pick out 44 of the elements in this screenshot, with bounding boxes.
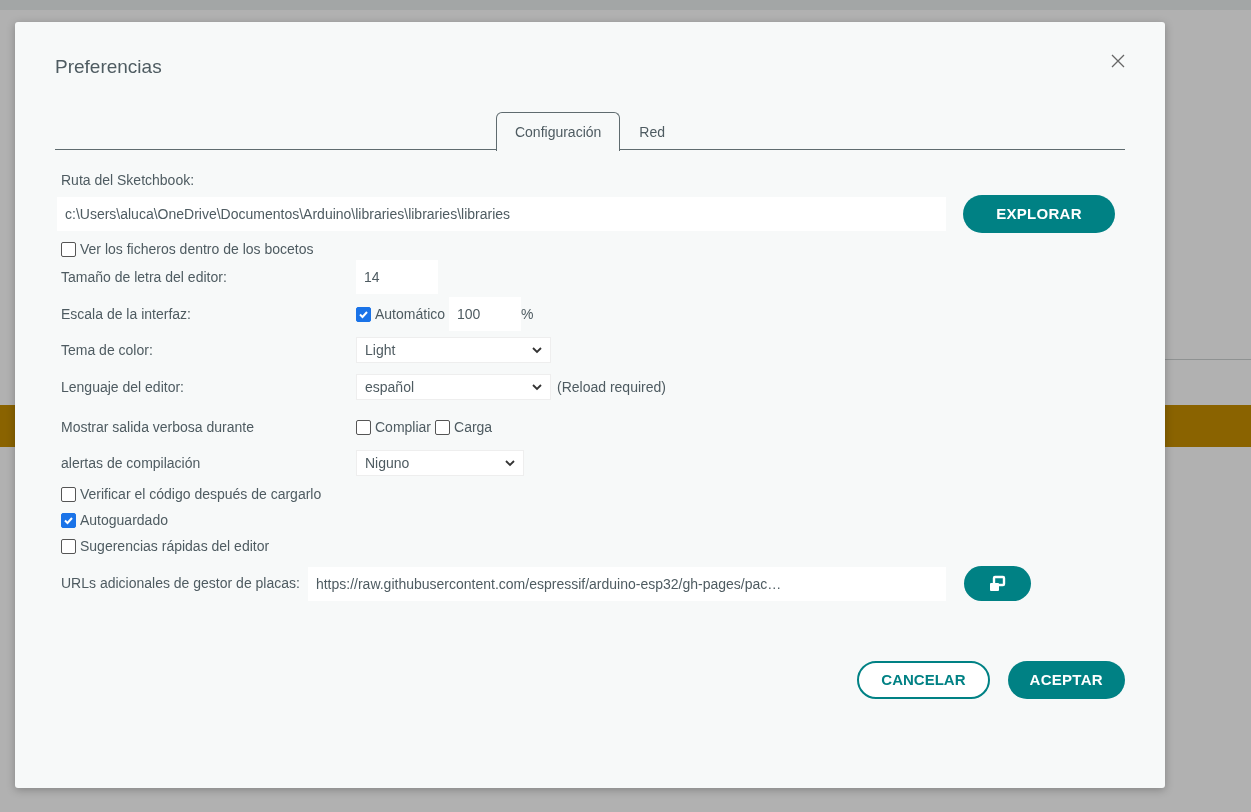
dialog-title: Preferencias	[55, 56, 162, 77]
caret-icon	[532, 383, 542, 391]
urls-field[interactable]: https://raw.githubusercontent.com/espressif/arduino-esp32/gh-pages/pac…	[307, 566, 946, 601]
accept-button[interactable]: ACEPTAR	[1007, 661, 1125, 699]
cancel-button[interactable]: CANCELAR	[857, 661, 990, 699]
checkbox[interactable]	[61, 513, 76, 528]
field-label: Ruta del Sketchbook:	[61, 171, 196, 190]
checkbox-label[interactable]: Autoguardado	[80, 510, 168, 531]
checkbox-label[interactable]: Ver los ficheros dentro de los bocetos	[80, 239, 314, 260]
close-button[interactable]	[1111, 54, 1125, 68]
field-label: URLs adicionales de gestor de placas:	[61, 574, 300, 593]
tab[interactable]: Red	[620, 112, 685, 151]
open-window-button[interactable]	[963, 566, 1031, 601]
checkbox-label[interactable]: Carga	[454, 416, 493, 438]
checkbox[interactable]	[61, 539, 76, 554]
checkbox[interactable]	[61, 487, 76, 502]
scale-field[interactable]: 100	[449, 297, 522, 331]
checkbox[interactable]	[356, 419, 371, 435]
caret-icon	[532, 346, 542, 354]
field-label: Escala de la interfaz:	[61, 305, 191, 322]
path-field[interactable]: c:\Users\aluca\OneDrive\Documentos\Arduino\libraries\libraries\libraries	[57, 197, 946, 231]
checkbox[interactable]	[61, 242, 76, 257]
dropdown[interactable]: Niguno	[356, 450, 524, 476]
checkbox-label[interactable]: Compliar	[375, 416, 431, 438]
explore-button[interactable]: EXPLORAR	[963, 195, 1115, 233]
checkbox[interactable]	[356, 306, 371, 322]
dropdown[interactable]: español	[356, 374, 551, 400]
checkbox-label[interactable]: Verificar el código después de cargarlo	[80, 484, 322, 505]
checkbox[interactable]	[435, 419, 450, 435]
field-label: Mostrar salida verbosa durante	[61, 418, 254, 435]
checkbox-label[interactable]: Sugerencias rápidas del editor	[80, 536, 270, 557]
checkbox-label[interactable]: Automático	[375, 303, 446, 325]
tab[interactable]: Configuración	[495, 112, 621, 151]
dropdown[interactable]: Light	[356, 337, 551, 363]
font-size-field[interactable]: 14	[356, 260, 438, 294]
field-label: Tema de color:	[61, 341, 153, 358]
unit-label: %	[521, 304, 534, 324]
field-label: alertas de compilación	[61, 454, 201, 471]
caret-icon	[505, 459, 515, 467]
note-text: (Reload required)	[557, 377, 666, 397]
windows-icon	[987, 574, 1008, 593]
field-label: Lenguaje del editor:	[61, 378, 184, 395]
checkmark-icon	[63, 515, 74, 526]
field-label: Tamaño de letra del editor:	[61, 268, 227, 285]
